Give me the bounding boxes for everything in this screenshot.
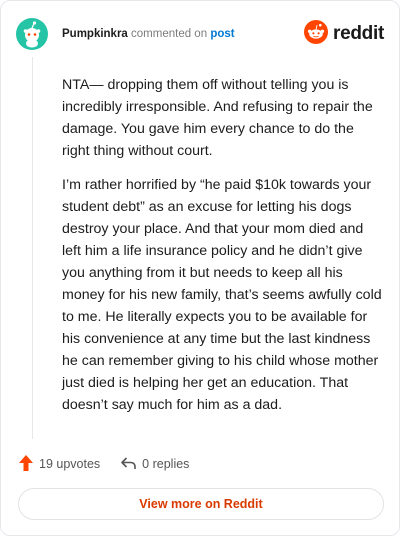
post-link[interactable]: post — [210, 28, 234, 40]
reddit-logo[interactable]: reddit — [304, 19, 384, 49]
snoo-avatar-icon[interactable] — [16, 18, 48, 50]
reply-count: 0 replies — [142, 457, 190, 471]
commented-on-text: commented on — [131, 28, 208, 40]
comment-body: NTA— dropping them off without telling y… — [62, 74, 382, 428]
author-line: Pumpkinkra commented on post — [62, 27, 235, 41]
comment-actions: 19 upvotes 0 replies — [18, 453, 189, 475]
reply-arrow-icon — [120, 455, 142, 474]
reddit-logo-icon — [304, 19, 329, 49]
comment-paragraph: I’m rather horrified by “he paid $10k to… — [62, 177, 382, 413]
reddit-wordmark: reddit — [333, 23, 384, 44]
thread-line[interactable] — [32, 57, 33, 439]
upvote-arrow-icon — [18, 454, 39, 475]
upvote-button[interactable]: 19 upvotes — [18, 454, 100, 475]
comment-header: Pumpkinkra commented on post reddit — [16, 18, 384, 50]
replies-button[interactable]: 0 replies — [120, 455, 189, 474]
view-more-button[interactable]: View more on Reddit — [18, 488, 384, 520]
username-link[interactable]: Pumpkinkra — [62, 28, 128, 40]
comment-paragraph: NTA— dropping them off without telling y… — [62, 77, 373, 159]
comment-card: Pumpkinkra commented on post reddit NTA—… — [0, 0, 400, 536]
upvote-count: 19 upvotes — [39, 457, 101, 471]
